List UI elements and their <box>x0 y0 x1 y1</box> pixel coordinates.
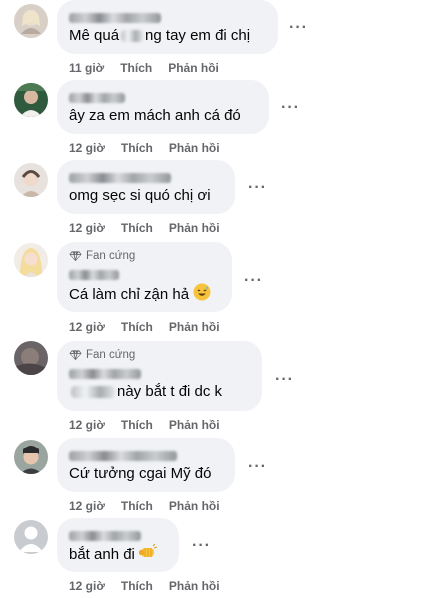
more-options-icon[interactable]: ··· <box>289 20 308 36</box>
avatar[interactable] <box>14 163 48 197</box>
like-button[interactable]: Thích <box>121 141 153 155</box>
like-button[interactable]: Thích <box>120 61 152 75</box>
default-avatar-icon <box>14 520 48 554</box>
more-options-icon[interactable]: ··· <box>192 538 211 554</box>
comment-text: ây za em mách anh cá đó <box>69 107 241 124</box>
profile-photo-icon <box>14 4 48 38</box>
diamond-icon <box>69 251 82 262</box>
comment-actions: 11 giờ Thích Phản hồi <box>69 61 235 75</box>
reply-button[interactable]: Phản hồi <box>169 221 220 235</box>
like-button[interactable]: Thích <box>121 499 153 513</box>
comment-bubble: bắt anh đi <box>57 518 179 572</box>
avatar[interactable] <box>14 341 48 375</box>
avatar[interactable] <box>14 520 48 554</box>
avatar[interactable] <box>14 440 48 474</box>
like-button[interactable]: Thích <box>121 221 153 235</box>
sweat-smile-emoji <box>193 283 211 307</box>
comment-text: bắt anh đi <box>69 543 167 566</box>
profile-photo-icon <box>14 163 48 197</box>
comment-actions: 12 giờ Thích Phản hồi <box>69 221 236 235</box>
like-button[interactable]: Thích <box>121 320 153 334</box>
fan-badge: Fan cứng <box>69 348 250 362</box>
more-options-icon[interactable]: ··· <box>281 100 300 116</box>
comment-bubble: Cứ tưởng cgai Mỹ đó <box>57 438 235 492</box>
like-button[interactable]: Thích <box>121 579 153 593</box>
profile-photo-icon <box>14 83 48 117</box>
comment-text: Mê quá ng tay em đi chị <box>69 27 251 44</box>
comment-time[interactable]: 12 giờ <box>69 141 105 155</box>
comment-actions: 12 giờ Thích Phản hồi <box>69 418 236 432</box>
comment-time[interactable]: 12 giờ <box>69 579 105 593</box>
more-options-icon[interactable]: ··· <box>244 273 263 289</box>
comment-bubble: Fan cứng Cá làm chỉ zận hả <box>57 242 232 312</box>
comment-bubble: Fan cứng này bắt t đi dc k <box>57 341 262 411</box>
comment-actions: 12 giờ Thích Phản hồi <box>69 579 236 593</box>
comment-bubble: ây za em mách anh cá đó <box>57 80 269 134</box>
fan-badge-label: Fan cứng <box>86 349 136 361</box>
fan-badge-label: Fan cứng <box>86 250 136 262</box>
comment-actions: 12 giờ Thích Phản hồi <box>69 141 236 155</box>
comment-text: này bắt t đi dc k <box>69 382 250 402</box>
reply-button[interactable]: Phản hồi <box>169 418 220 432</box>
fist-bump-emoji <box>138 543 158 566</box>
reply-button[interactable]: Phản hồi <box>169 499 220 513</box>
redacted-word <box>71 386 115 399</box>
comment-time[interactable]: 12 giờ <box>69 499 105 513</box>
comment-actions: 12 giờ Thích Phản hồi <box>69 320 236 334</box>
comment-text: Cá làm chỉ zận hả <box>69 283 220 307</box>
fan-badge: Fan cứng <box>69 249 220 263</box>
comment-time[interactable]: 11 giờ <box>69 61 104 75</box>
commenter-name-redacted[interactable] <box>69 527 167 541</box>
reply-button[interactable]: Phản hồi <box>168 61 219 75</box>
profile-photo-icon <box>14 341 48 375</box>
commenter-name-redacted[interactable] <box>69 266 220 280</box>
like-button[interactable]: Thích <box>121 418 153 432</box>
comment-time[interactable]: 12 giờ <box>69 221 105 235</box>
commenter-name-redacted[interactable] <box>69 365 250 379</box>
commenter-name-redacted[interactable] <box>69 9 266 23</box>
more-options-icon[interactable]: ··· <box>248 459 267 475</box>
profile-photo-icon <box>14 243 48 277</box>
comment-time[interactable]: 12 giờ <box>69 320 105 334</box>
comment-actions: 12 giờ Thích Phản hồi <box>69 499 236 513</box>
avatar[interactable] <box>14 243 48 277</box>
commenter-name-redacted[interactable] <box>69 89 257 103</box>
redacted-word <box>121 30 144 43</box>
comment-text: omg sẹc si quó chị ơi <box>69 187 211 204</box>
avatar[interactable] <box>14 4 48 38</box>
profile-photo-icon <box>14 440 48 474</box>
reply-button[interactable]: Phản hồi <box>169 141 220 155</box>
diamond-icon <box>69 350 82 361</box>
reply-button[interactable]: Phản hồi <box>169 579 220 593</box>
reply-button[interactable]: Phản hồi <box>169 320 220 334</box>
comment-bubble: Mê quá ng tay em đi chị <box>57 0 278 54</box>
comment-text: Cứ tưởng cgai Mỹ đó <box>69 465 212 482</box>
commenter-name-redacted[interactable] <box>69 447 223 461</box>
more-options-icon[interactable]: ··· <box>275 372 294 388</box>
more-options-icon[interactable]: ··· <box>248 180 267 196</box>
comment-time[interactable]: 12 giờ <box>69 418 105 432</box>
comment-bubble: omg sẹc si quó chị ơi <box>57 160 235 214</box>
avatar[interactable] <box>14 83 48 117</box>
commenter-name-redacted[interactable] <box>69 169 223 183</box>
